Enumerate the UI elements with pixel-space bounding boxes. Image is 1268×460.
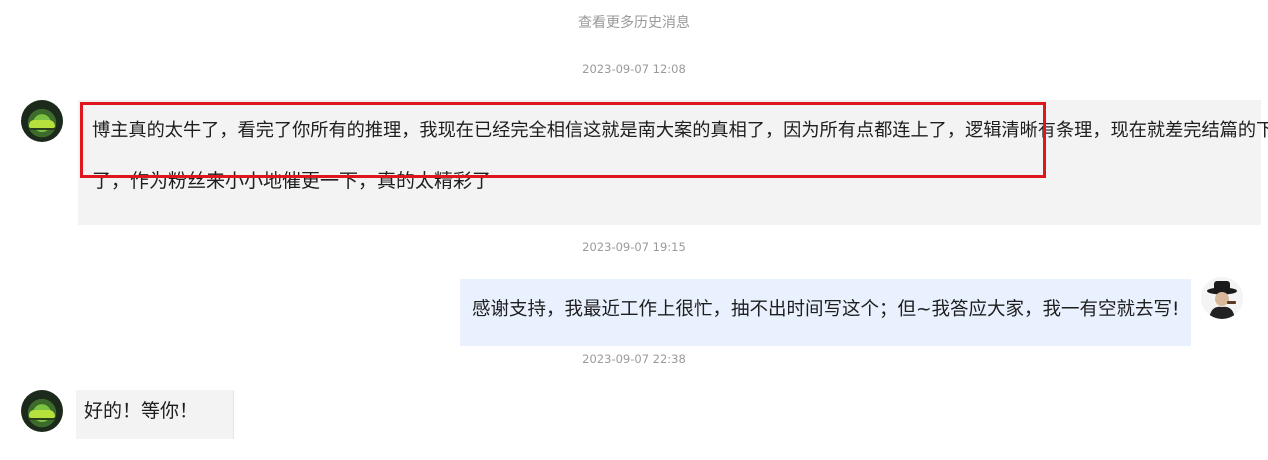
author-avatar[interactable] — [1201, 277, 1243, 319]
load-more-history-link[interactable]: 查看更多历史消息 — [0, 12, 1268, 32]
message-text-line: 博主真的太牛了，看完了你所有的推理，我现在已经完全相信这就是南大案的真相了，因为… — [92, 120, 1268, 141]
car-icon — [29, 410, 55, 418]
detective-hat-icon — [1201, 277, 1243, 319]
message-text: 感谢支持，我最近工作上很忙，抽不出时间写这个；但~我答应大家，我一有空就去写! — [472, 299, 1180, 320]
message-timestamp: 2023-09-07 19:15 — [582, 240, 686, 254]
fan-avatar[interactable] — [21, 390, 63, 432]
message-bubble-fan[interactable]: 博主真的太牛了，看完了你所有的推理，我现在已经完全相信这就是南大案的真相了，因为… — [78, 100, 1268, 225]
message-text-line: 了，作为粉丝来小小地催更一下，真的太精彩了 — [92, 170, 492, 192]
message-bubble-fan[interactable]: 好的！等你！ — [76, 390, 234, 439]
fan-avatar[interactable] — [21, 100, 63, 142]
message-timestamp: 2023-09-07 12:08 — [582, 62, 686, 76]
message-text: 好的！等你！ — [84, 400, 199, 422]
message-timestamp: 2023-09-07 22:38 — [582, 352, 686, 366]
message-bubble-author[interactable]: 感谢支持，我最近工作上很忙，抽不出时间写这个；但~我答应大家，我一有空就去写! — [460, 279, 1191, 346]
car-icon — [29, 120, 55, 128]
